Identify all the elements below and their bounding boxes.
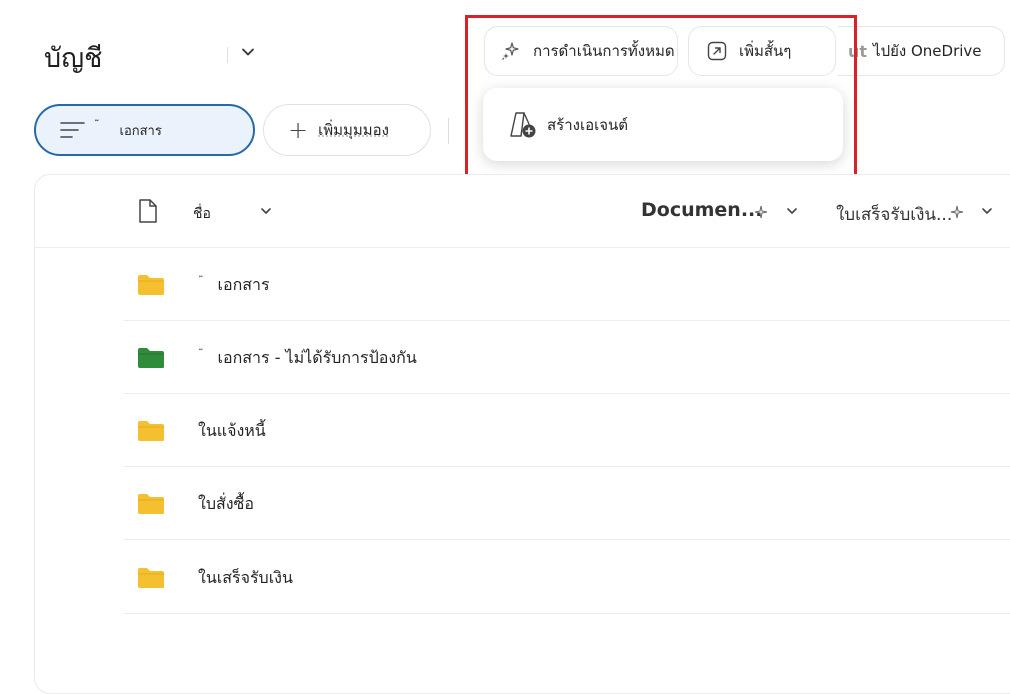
table-row[interactable]: ˜ เอกสาร xyxy=(124,248,1010,321)
title-divider xyxy=(227,47,228,63)
column-header-documents[interactable]: Documen... xyxy=(641,199,762,221)
chevron-down-icon[interactable] xyxy=(259,204,273,218)
add-view-label: เพิ่มมุมมอง xyxy=(318,121,390,139)
plus-icon: + xyxy=(288,116,309,144)
list-view-icon xyxy=(60,122,85,138)
table-row[interactable]: ในเสร็จรับเงิน xyxy=(124,541,1010,614)
chevron-down-icon[interactable] xyxy=(980,204,994,218)
row-mark: ˜ xyxy=(198,347,204,360)
highlight-box xyxy=(465,15,857,184)
folder-icon xyxy=(138,494,164,514)
folder-icon xyxy=(138,348,164,368)
row-mark: ˜ xyxy=(198,274,204,287)
add-view-button[interactable]: + เพิ่มมุมมอง xyxy=(263,104,431,156)
go-to-onedrive-label: ไปยัง OneDrive xyxy=(873,42,982,60)
sparkle-icon xyxy=(754,205,768,219)
table-row[interactable]: ˜ เอกสาร - ไม่ได้รับการป้องกัน xyxy=(124,321,1010,394)
row-divider xyxy=(124,539,1010,540)
view-selector[interactable]: ˜ เอกสาร xyxy=(34,104,255,156)
row-name: ใบสั่งซื้อ xyxy=(198,494,255,513)
row-name: เอกสาร xyxy=(217,275,270,294)
row-divider xyxy=(124,613,1010,614)
go-to-onedrive-button[interactable]: ut ไปยัง OneDrive xyxy=(838,26,1005,76)
chevron-down-icon[interactable] xyxy=(240,44,256,60)
folder-icon xyxy=(138,568,164,588)
column-header-name[interactable]: ชื่อ xyxy=(193,203,211,225)
sparkle-icon xyxy=(950,205,964,219)
row-name: เอกสาร - ไม่ได้รับการป้องกัน xyxy=(217,348,417,367)
current-view-label: เอกสาร xyxy=(119,123,162,139)
chevron-down-icon[interactable] xyxy=(785,204,799,218)
folder-icon xyxy=(138,421,164,441)
row-name: ในเสร็จรับเงิน xyxy=(198,568,293,587)
file-type-icon xyxy=(139,199,157,223)
table-row[interactable]: ใบสั่งซื้อ xyxy=(124,467,1010,540)
folder-icon xyxy=(138,275,164,295)
toolbar-divider xyxy=(448,118,449,144)
column-header-receipts[interactable]: ใบเสร็จรับเงิน... xyxy=(836,201,952,228)
table-row[interactable]: ในแจ้งหนี้ xyxy=(124,394,1010,467)
row-name: ในแจ้งหนี้ xyxy=(198,421,266,440)
page-title: บัญชี xyxy=(44,43,103,74)
view-mark: ˜ xyxy=(94,117,100,131)
